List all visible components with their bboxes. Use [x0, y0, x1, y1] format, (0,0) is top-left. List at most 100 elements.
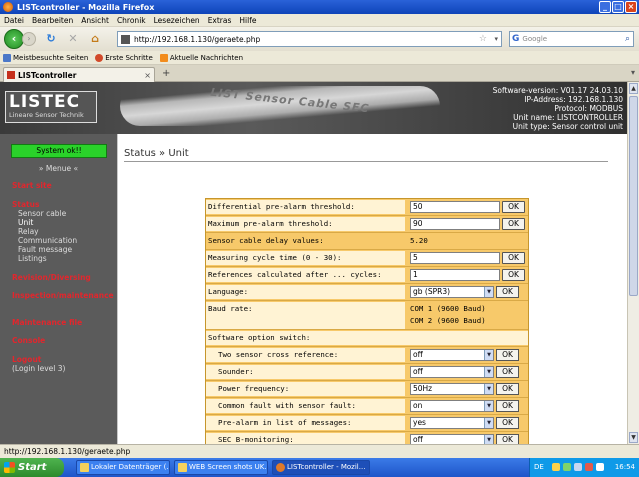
- reload-icon[interactable]: ↻: [44, 32, 58, 46]
- cycle-time-input[interactable]: 5: [410, 252, 500, 264]
- chevron-down-icon[interactable]: ▼: [484, 435, 493, 444]
- minimize-button[interactable]: _: [599, 1, 611, 13]
- language-ok-button[interactable]: OK: [496, 286, 519, 298]
- menu-bearbeiten[interactable]: Bearbeiten: [32, 16, 73, 25]
- chevron-down-icon[interactable]: ▼: [484, 384, 493, 394]
- close-button[interactable]: ×: [625, 1, 637, 13]
- menu-datei[interactable]: Datei: [4, 16, 24, 25]
- row-label: Measuring cycle time (0 - 30):: [206, 251, 405, 265]
- web-page: LIST Sensor Cable SEC LISTEC Lineare Sen…: [0, 82, 627, 444]
- task-screenshots[interactable]: WEB Screen shots UK...: [174, 460, 268, 475]
- title-divider: [124, 161, 608, 162]
- volume-icon[interactable]: [596, 463, 604, 471]
- sidebar-item-sensor-cable[interactable]: Sensor cable: [18, 209, 66, 218]
- stop-icon[interactable]: ✕: [66, 32, 80, 46]
- unit-name: Unit name: LISTCONTROLLER: [513, 113, 623, 122]
- vertical-scrollbar[interactable]: ▲ ▼: [627, 82, 639, 444]
- tab-listcontroller[interactable]: LISTcontroller ×: [3, 67, 155, 82]
- row-label: Sensor cable delay values:: [208, 236, 324, 245]
- section-label: Software option switch:: [206, 331, 528, 345]
- scroll-thumb[interactable]: [629, 96, 638, 296]
- power-frequency-select[interactable]: 50Hz ▼: [410, 383, 494, 395]
- tray-icon[interactable]: [585, 463, 593, 471]
- bookmark-first-steps[interactable]: Erste Schritte: [95, 53, 153, 62]
- system-status-button[interactable]: System ok!!: [11, 144, 107, 158]
- sidebar-item-console[interactable]: Console: [12, 336, 45, 345]
- task-explorer[interactable]: Lokaler Datenträger (...: [76, 460, 170, 475]
- bookmark-news[interactable]: Aktuelle Nachrichten: [159, 53, 244, 62]
- references-ok-button[interactable]: OK: [502, 269, 525, 281]
- references-input[interactable]: 1: [410, 269, 500, 281]
- url-dropdown-icon[interactable]: ▾: [494, 35, 498, 43]
- chevron-down-icon[interactable]: ▼: [484, 401, 493, 411]
- tab-bar: LISTcontroller × + ▾: [0, 65, 639, 82]
- menu-chronik[interactable]: Chronik: [117, 16, 146, 25]
- search-icon[interactable]: ⌕: [625, 34, 630, 44]
- tray-icon[interactable]: [563, 463, 571, 471]
- sounder-select[interactable]: off ▼: [410, 366, 494, 378]
- new-tab-icon[interactable]: +: [162, 68, 170, 79]
- forward-button[interactable]: ›: [22, 32, 36, 46]
- row-label: Common fault with sensor fault:: [206, 399, 405, 413]
- scroll-down-icon[interactable]: ▼: [629, 432, 638, 443]
- task-firefox[interactable]: LISTcontroller - Mozil...: [272, 460, 370, 475]
- sidebar-item-start-site[interactable]: Start site: [12, 181, 52, 190]
- common-fault-ok-button[interactable]: OK: [496, 400, 519, 412]
- home-icon[interactable]: ⌂: [88, 32, 102, 46]
- sidebar-item-communication[interactable]: Communication: [18, 236, 77, 245]
- firefox-icon: [3, 2, 13, 12]
- sidebar-item-maintenance-file[interactable]: Maintenance file: [12, 318, 82, 327]
- scroll-up-icon[interactable]: ▲: [629, 83, 638, 94]
- common-fault-select[interactable]: on ▼: [410, 400, 494, 412]
- menu-lesezeichen[interactable]: Lesezeichen: [154, 16, 200, 25]
- pre-alarm-list-select[interactable]: yes ▼: [410, 417, 494, 429]
- sounder-ok-button[interactable]: OK: [496, 366, 519, 378]
- chevron-down-icon[interactable]: ▼: [484, 418, 493, 428]
- diff-pre-alarm-ok-button[interactable]: OK: [502, 201, 525, 213]
- bookmark-most-visited[interactable]: Meistbesuchte Seiten: [3, 53, 88, 62]
- language-select[interactable]: gb (SPR3) ▼: [410, 286, 494, 298]
- bookmark-label: Aktuelle Nachrichten: [169, 53, 244, 62]
- sidebar-item-relay[interactable]: Relay: [18, 227, 39, 236]
- chevron-down-icon[interactable]: ▼: [484, 350, 493, 360]
- chevron-down-icon[interactable]: ▼: [484, 287, 493, 297]
- sidebar-item-unit[interactable]: Unit: [18, 218, 33, 227]
- chevron-down-icon[interactable]: ▼: [484, 367, 493, 377]
- bookmark-star-icon[interactable]: ☆: [479, 34, 487, 44]
- two-sensor-select[interactable]: off ▼: [410, 349, 494, 361]
- max-pre-alarm-ok-button[interactable]: OK: [502, 218, 525, 230]
- tray-icon[interactable]: [574, 463, 582, 471]
- tab-close-icon[interactable]: ×: [144, 71, 151, 80]
- sidebar-item-status[interactable]: Status: [12, 200, 39, 209]
- back-button[interactable]: ‹: [4, 29, 24, 49]
- diff-pre-alarm-input[interactable]: 50: [410, 201, 500, 213]
- menu-hilfe[interactable]: Hilfe: [239, 16, 256, 25]
- two-sensor-ok-button[interactable]: OK: [496, 349, 519, 361]
- url-bar[interactable]: http://192.168.1.130/geraete.php ☆ ▾: [117, 31, 502, 47]
- maximize-button[interactable]: □: [612, 1, 624, 13]
- cycle-time-ok-button[interactable]: OK: [502, 252, 525, 264]
- sec-b-ok-button[interactable]: OK: [496, 434, 519, 444]
- menu-ansicht[interactable]: Ansicht: [81, 16, 109, 25]
- language-indicator[interactable]: DE: [534, 458, 544, 477]
- menu-bar: Datei Bearbeiten Ansicht Chronik Lesezei…: [0, 14, 639, 27]
- clock[interactable]: 16:54: [615, 458, 635, 477]
- sec-b-select[interactable]: off ▼: [410, 434, 494, 444]
- row-label: Sounder:: [206, 365, 405, 379]
- menu-extras[interactable]: Extras: [208, 16, 232, 25]
- search-box[interactable]: G Google ⌕: [509, 31, 634, 47]
- window-titlebar: LISTcontroller - Mozilla Firefox _ □ ×: [0, 0, 639, 14]
- google-icon[interactable]: G: [512, 34, 519, 44]
- tab-list-icon[interactable]: ▾: [631, 68, 635, 77]
- sidebar-item-fault-message[interactable]: Fault message: [18, 245, 72, 254]
- sidebar-item-inspection[interactable]: Inspection/maintenance: [12, 291, 114, 300]
- sidebar-item-listings[interactable]: Listings: [18, 254, 47, 263]
- pre-alarm-list-ok-button[interactable]: OK: [496, 417, 519, 429]
- sidebar-item-revision[interactable]: Revision/Diversing: [12, 273, 91, 282]
- max-pre-alarm-input[interactable]: 90: [410, 218, 500, 230]
- sidebar-item-logout[interactable]: Logout: [12, 355, 41, 364]
- start-button[interactable]: Start: [0, 458, 64, 477]
- tray-icon[interactable]: [552, 463, 560, 471]
- power-frequency-ok-button[interactable]: OK: [496, 383, 519, 395]
- rss-icon: [159, 53, 168, 62]
